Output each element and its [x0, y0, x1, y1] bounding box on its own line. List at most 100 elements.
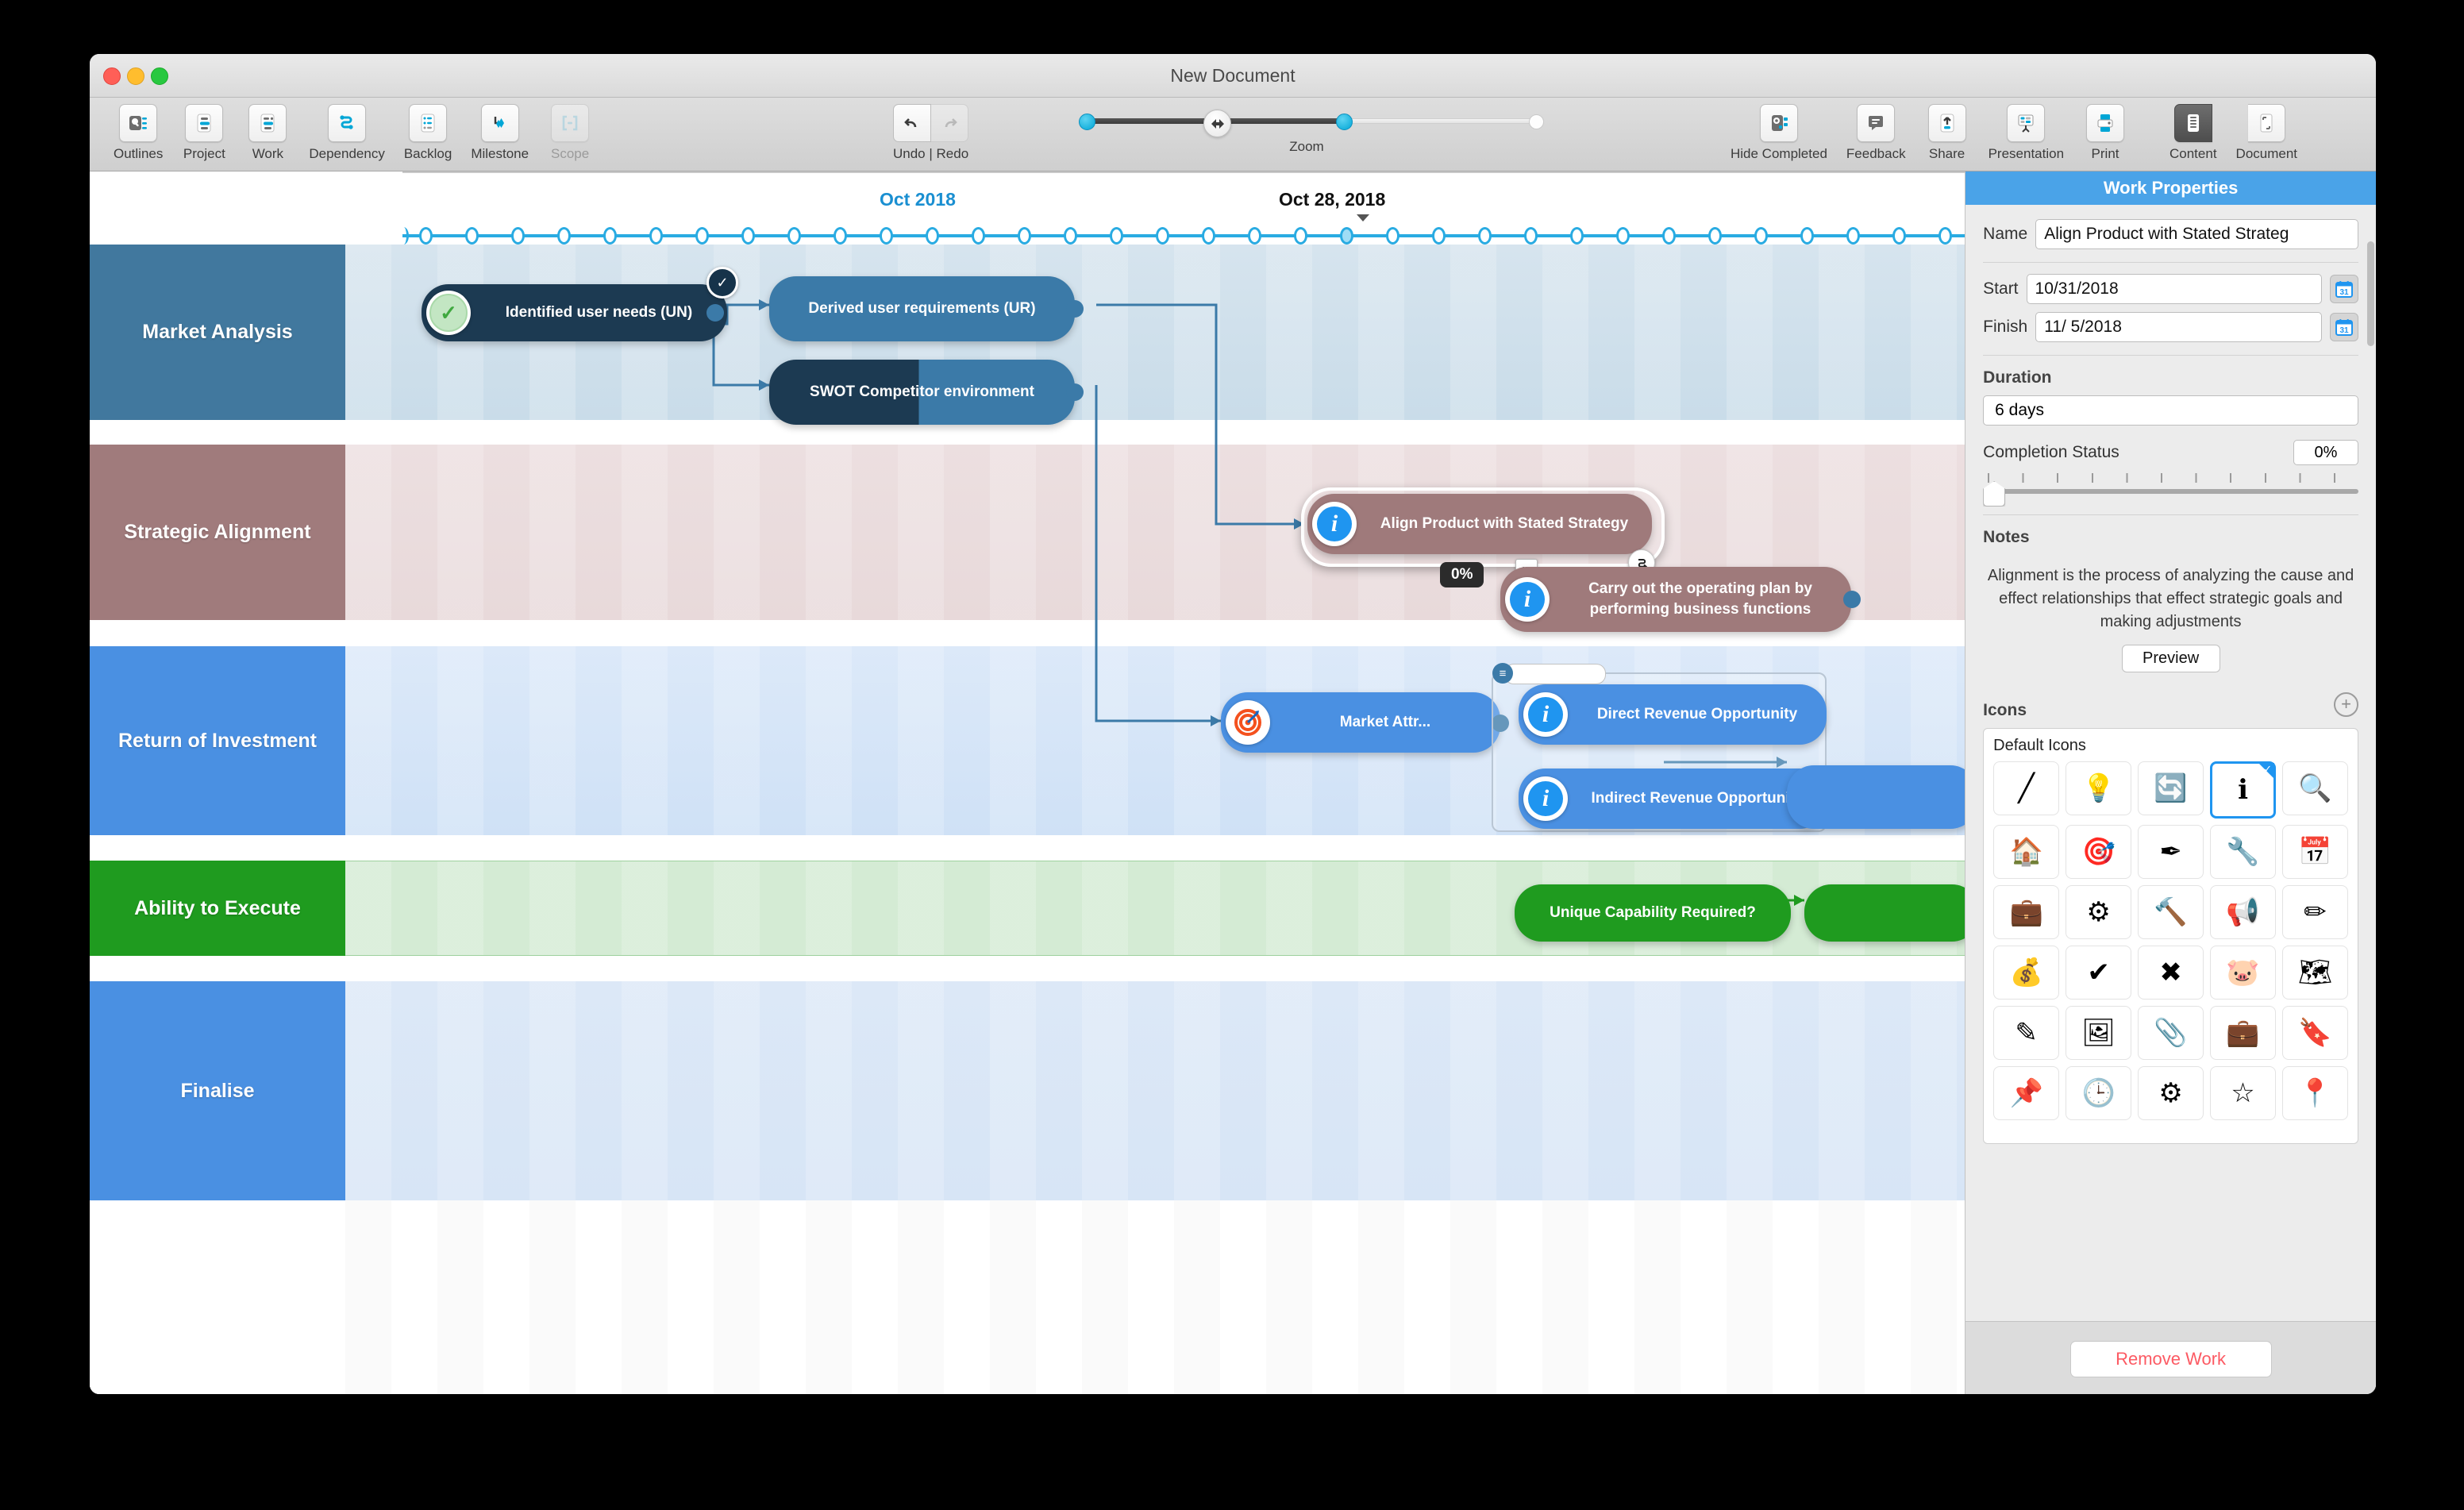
image-icon[interactable]: 🖼 — [2066, 1006, 2132, 1060]
zoom-handle-min[interactable] — [1079, 114, 1095, 130]
timeline-ruler[interactable]: Oct 2018 Oct 28, 2018 — [90, 171, 1965, 245]
completed-check-icon[interactable]: ✓ — [706, 267, 738, 299]
timeline-marker[interactable] — [1892, 227, 1906, 245]
check-circle-icon[interactable]: ✔ — [2066, 946, 2132, 1000]
gear-icon[interactable]: ⚙ — [2066, 885, 2132, 939]
timeline-marker[interactable] — [1662, 227, 1676, 245]
info-icon[interactable]: ℹ ✓ — [2210, 761, 2277, 819]
timeline-marker[interactable] — [1202, 227, 1215, 245]
name-field[interactable]: Align Product with Stated Strateg — [2035, 219, 2358, 249]
timeline-marker[interactable] — [834, 227, 847, 245]
timeline-marker[interactable] — [1938, 227, 1952, 245]
swimlane-header-finalise[interactable]: Finalise — [90, 981, 345, 1200]
tab-content[interactable]: Content — [2160, 104, 2227, 162]
timeline-marker[interactable] — [649, 227, 663, 245]
timeline-marker[interactable] — [1616, 227, 1630, 245]
timeline-marker[interactable] — [695, 227, 709, 245]
node-swot[interactable]: SWOT Competitor environment — [769, 360, 1075, 425]
group-collapse-icon[interactable]: ≡ — [1492, 663, 1513, 684]
toolbar-button-work[interactable]: Work — [236, 104, 299, 162]
clock-icon[interactable]: 🕒 — [2066, 1066, 2132, 1120]
completion-slider[interactable] — [1983, 473, 2358, 507]
tab-document[interactable]: Document — [2227, 104, 2307, 162]
node-align-product[interactable]: i Align Product with Stated Strategy — [1307, 494, 1652, 554]
timeline-marker[interactable] — [1386, 227, 1399, 245]
timeline-marker[interactable] — [1478, 227, 1492, 245]
progress-pill[interactable]: 0% — [1440, 562, 1484, 587]
timeline-marker[interactable] — [1432, 227, 1446, 245]
node-unique-capability[interactable]: Unique Capability Required? — [1515, 884, 1791, 942]
timeline-marker[interactable] — [972, 227, 985, 245]
toolbar-button-hide-completed[interactable]: Hide Completed — [1721, 104, 1837, 162]
timeline-marker[interactable] — [787, 227, 801, 245]
swimlane-header-return-of-investment[interactable]: Return of Investment — [90, 646, 345, 835]
notes-text[interactable]: Alignment is the process of analyzing th… — [1965, 564, 2376, 634]
suitcase-icon[interactable]: 💼 — [2210, 1006, 2277, 1060]
timeline-marker[interactable] — [557, 227, 571, 245]
pushpin-icon[interactable]: 📌 — [1993, 1066, 2060, 1120]
magnifier-icon[interactable]: 🔍 — [2282, 761, 2348, 815]
megaphone-icon[interactable]: 📢 — [2210, 885, 2277, 939]
node-revenue-followup-clipped[interactable] — [1787, 765, 1965, 829]
completion-value[interactable]: 0% — [2293, 440, 2358, 465]
toolbar-button-scope[interactable]: Scope — [538, 104, 602, 162]
zoom-fit-icon[interactable] — [1203, 110, 1231, 137]
icon-picker[interactable]: Default Icons ╱ 💡 🔄 ℹ ✓ 🔍 🏠 🎯 ✒ 🔧 📅 💼 ⚙ 🔨 📢 ✏ 💰 ✔ ✖ 🐷 🗺 ✎ 🖼 📎 💼 🔖… — [1983, 241, 2374, 1144]
finish-date-field[interactable]: 11/ 5/2018 — [2035, 312, 2322, 342]
timeline-marker[interactable] — [1846, 227, 1860, 245]
node-capability-followup-clipped[interactable] — [1804, 884, 1965, 942]
undo-icon[interactable] — [893, 104, 932, 142]
node-connector-handle[interactable] — [1066, 300, 1084, 318]
preview-button[interactable]: Preview — [2121, 645, 2220, 672]
add-icon-button[interactable]: + — [2334, 691, 2358, 717]
swimlane-header-market-analysis[interactable]: Market Analysis — [90, 245, 345, 420]
remove-work-button[interactable]: Remove Work — [2069, 1340, 2272, 1377]
node-indirect-revenue[interactable]: i Indirect Revenue Opportunity — [1519, 768, 1827, 829]
node-market-attr[interactable]: Market Attr... — [1221, 692, 1500, 753]
timeline-marker[interactable] — [603, 227, 617, 245]
piggy-bank-icon[interactable]: 🐷 — [2210, 946, 2277, 1000]
toolbar-button-backlog[interactable]: Backlog — [395, 104, 461, 162]
toolbar-button-milestone[interactable]: Milestone — [461, 104, 538, 162]
pencil-icon[interactable]: ✎ — [1993, 1006, 2060, 1060]
refresh-icon[interactable]: 🔄 — [2138, 761, 2204, 815]
map-edit-icon[interactable]: 🗺 — [2282, 946, 2348, 1000]
redo-icon[interactable] — [931, 104, 969, 142]
toolbar-button-dependency[interactable]: Dependency — [299, 104, 394, 162]
lightbulb-icon[interactable]: 💡 — [2066, 761, 2132, 815]
timeline-marker[interactable] — [1110, 227, 1123, 245]
finish-calendar-icon[interactable]: 31 — [2330, 313, 2358, 341]
ruler-pencil-icon[interactable]: ✒ — [2138, 825, 2204, 879]
highlighter-icon[interactable]: ✏ — [2282, 885, 2348, 939]
toolbar-button-undo-redo[interactable]: Undo | Redo — [884, 104, 978, 162]
briefcase-icon[interactable]: 💼 — [1993, 885, 2060, 939]
timeline-marker[interactable] — [511, 227, 525, 245]
error-circle-icon[interactable]: ✖ — [2138, 946, 2204, 1000]
timeline-marker[interactable] — [1754, 227, 1768, 245]
toolbar-button-share[interactable]: Share — [1915, 104, 1979, 162]
node-connector-handle[interactable] — [1843, 591, 1861, 608]
empty-area[interactable] — [345, 1200, 1965, 1394]
star-icon[interactable]: ☆ — [2210, 1066, 2277, 1120]
timeline-marker[interactable] — [465, 227, 479, 245]
timeline-marker[interactable] — [1340, 227, 1353, 245]
duration-field[interactable]: 6 days — [1983, 395, 2358, 426]
toolbar-button-presentation[interactable]: Presentation — [1979, 104, 2073, 162]
toolbar-button-outlines[interactable]: Outlines — [104, 104, 172, 162]
start-date-field[interactable]: 10/31/2018 — [2026, 274, 2322, 304]
deadline-calendar-icon[interactable]: 📅 — [2282, 825, 2348, 879]
hammer-icon[interactable]: 🔨 — [2138, 885, 2204, 939]
node-direct-revenue[interactable]: i Direct Revenue Opportunity — [1519, 684, 1827, 745]
binder-clip-icon[interactable]: 📎 — [2138, 1006, 2204, 1060]
swimlane-body-finalise[interactable] — [345, 981, 1965, 1200]
timeline-marker[interactable] — [880, 227, 893, 245]
zoom-handle-max[interactable] — [1336, 114, 1353, 130]
timeline-marker[interactable] — [1800, 227, 1814, 245]
timeline-marker[interactable] — [741, 227, 755, 245]
toolbar-button-print[interactable]: Print — [2073, 104, 2137, 162]
swimlane-header-strategic-alignment[interactable]: Strategic Alignment — [90, 445, 345, 620]
toolbar-button-feedback[interactable]: Feedback — [1837, 104, 1915, 162]
wrench-icon[interactable]: 🔧 — [2210, 825, 2277, 879]
gears-icon[interactable]: ⚙ — [2138, 1066, 2204, 1120]
timeline-marker[interactable] — [1156, 227, 1169, 245]
